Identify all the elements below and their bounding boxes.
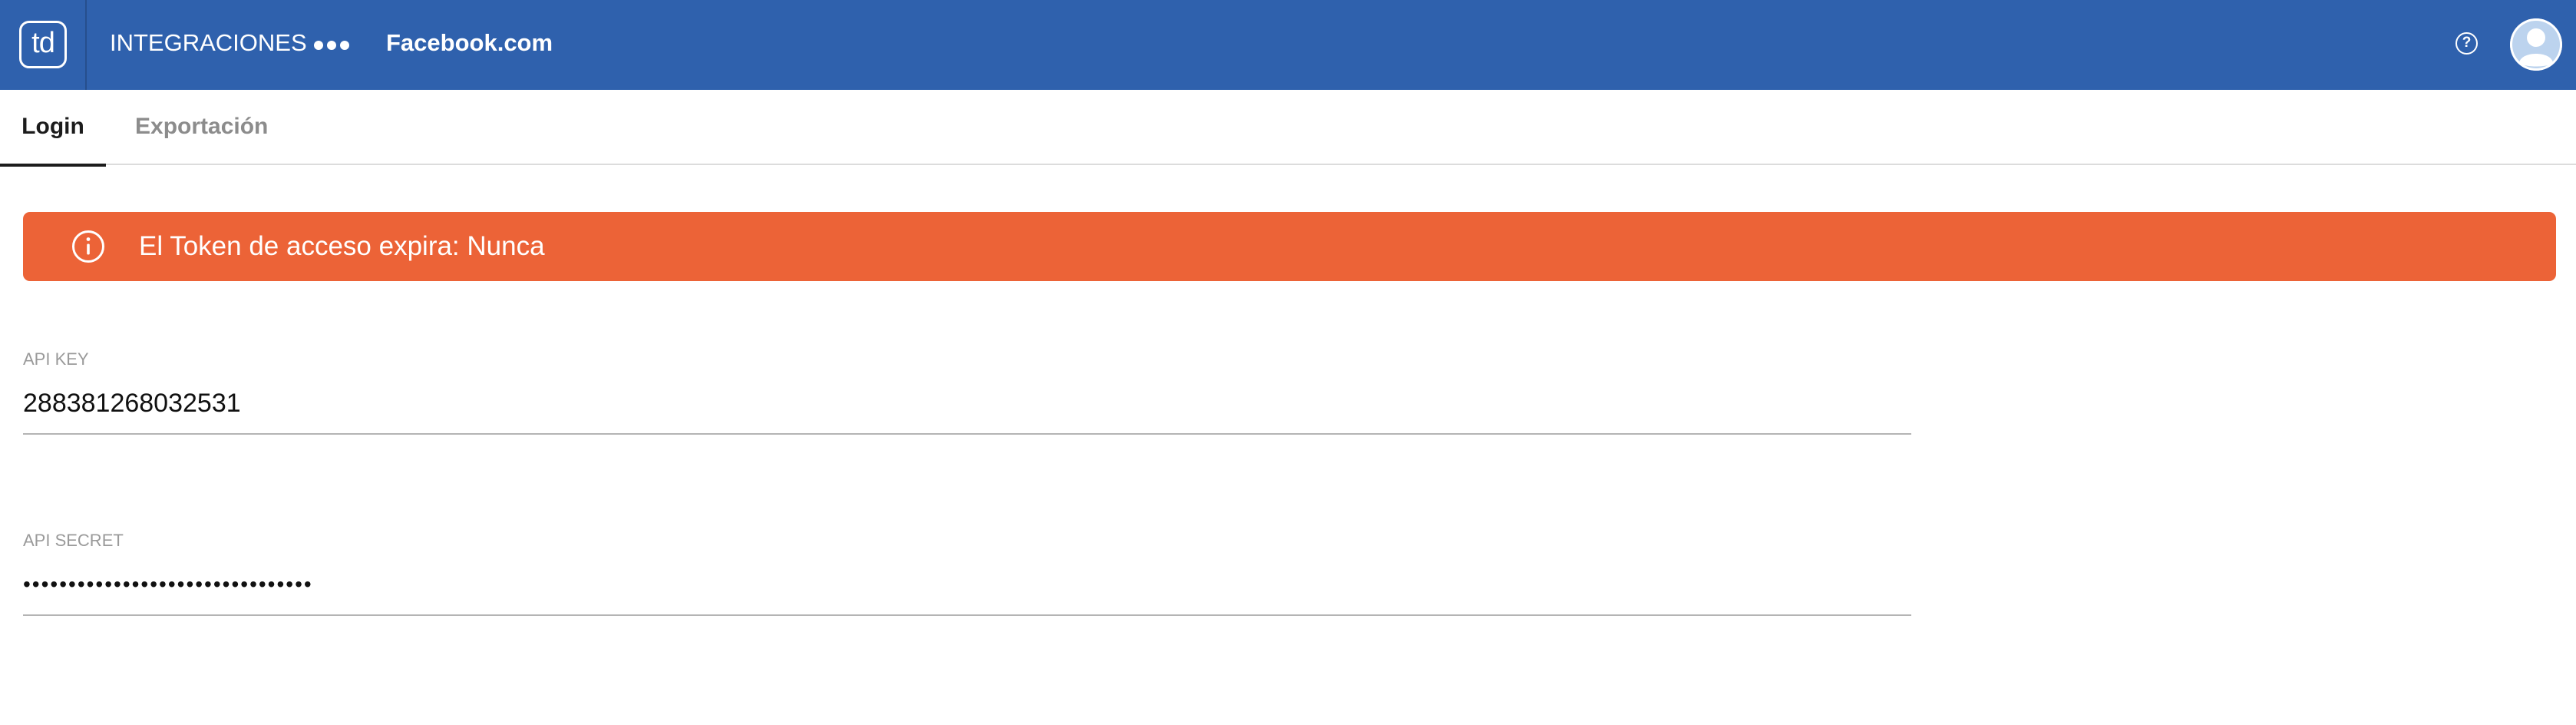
token-expiry-alert: El Token de acceso expira: Nunca [23,212,2556,281]
breadcrumb-more-icon[interactable] [314,0,349,90]
tab-exportacion[interactable]: Exportación [135,90,268,165]
breadcrumb-integraciones[interactable]: INTEGRACIONES [110,0,307,90]
api-key-label: API KEY [23,349,89,369]
api-key-field-group: API KEY [23,346,1911,435]
top-bar: td INTEGRACIONES Facebook.com ? [0,0,2576,90]
logo-text: td [31,26,55,59]
alert-text: El Token de acceso expira: Nunca [139,231,545,261]
breadcrumb-current: Facebook.com [386,29,553,56]
logo-divider [85,0,87,90]
api-key-input[interactable] [23,373,1911,435]
tab-login[interactable]: Login [0,90,106,167]
help-icon[interactable]: ? [2455,32,2478,55]
api-secret-label: API SECRET [23,531,124,550]
api-secret-field-group: API SECRET [23,527,1911,616]
info-circle-icon [72,230,104,263]
user-avatar-icon[interactable] [2510,18,2562,71]
api-secret-input[interactable] [23,555,1911,616]
app-logo[interactable]: td [19,21,67,68]
tab-bar: Login Exportación [0,90,2576,167]
